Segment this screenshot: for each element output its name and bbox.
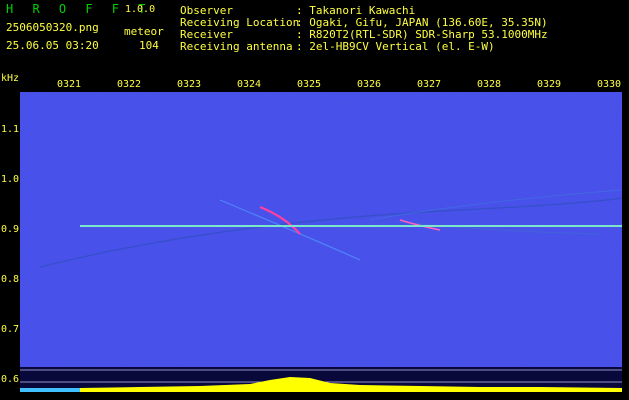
y-tick: 1.1 bbox=[1, 124, 20, 135]
x-tick: 0321 bbox=[57, 79, 82, 90]
spectrogram bbox=[20, 92, 622, 392]
app-version: 1.0.0 bbox=[125, 4, 156, 15]
x-tick: 0323 bbox=[177, 79, 202, 90]
x-tick: 0330 bbox=[597, 79, 622, 90]
level-bar-low bbox=[20, 388, 80, 392]
antenna-label: Receiving antenna bbox=[180, 40, 293, 53]
x-tick: 0325 bbox=[297, 79, 322, 90]
x-tick: 0326 bbox=[357, 79, 382, 90]
count-value: 104 bbox=[139, 39, 159, 52]
y-tick: 0.7 bbox=[1, 324, 20, 335]
file-name: 2506050320.png bbox=[6, 21, 99, 34]
x-tick: 0329 bbox=[537, 79, 562, 90]
x-tick: 0324 bbox=[237, 79, 262, 90]
date-time: 25.06.05 03:20 bbox=[6, 39, 99, 52]
spectrogram-noise bbox=[20, 92, 622, 367]
y-tick: 0.9 bbox=[1, 224, 20, 235]
y-tick: 1.0 bbox=[1, 174, 20, 185]
count-label: meteor bbox=[124, 25, 164, 38]
x-tick: 0322 bbox=[117, 79, 142, 90]
y-tick: 0.6 bbox=[1, 374, 20, 385]
header-panel: H R O F F T 1.0.0 2506050320.png 25.06.0… bbox=[0, 0, 629, 72]
y-tick: 0.8 bbox=[1, 274, 20, 285]
antenna-value: : 2el-HB9CV Vertical (el. E-W) bbox=[296, 40, 495, 53]
y-axis-unit: kHz bbox=[1, 73, 20, 84]
x-tick: 0328 bbox=[477, 79, 502, 90]
x-tick: 0327 bbox=[417, 79, 442, 90]
